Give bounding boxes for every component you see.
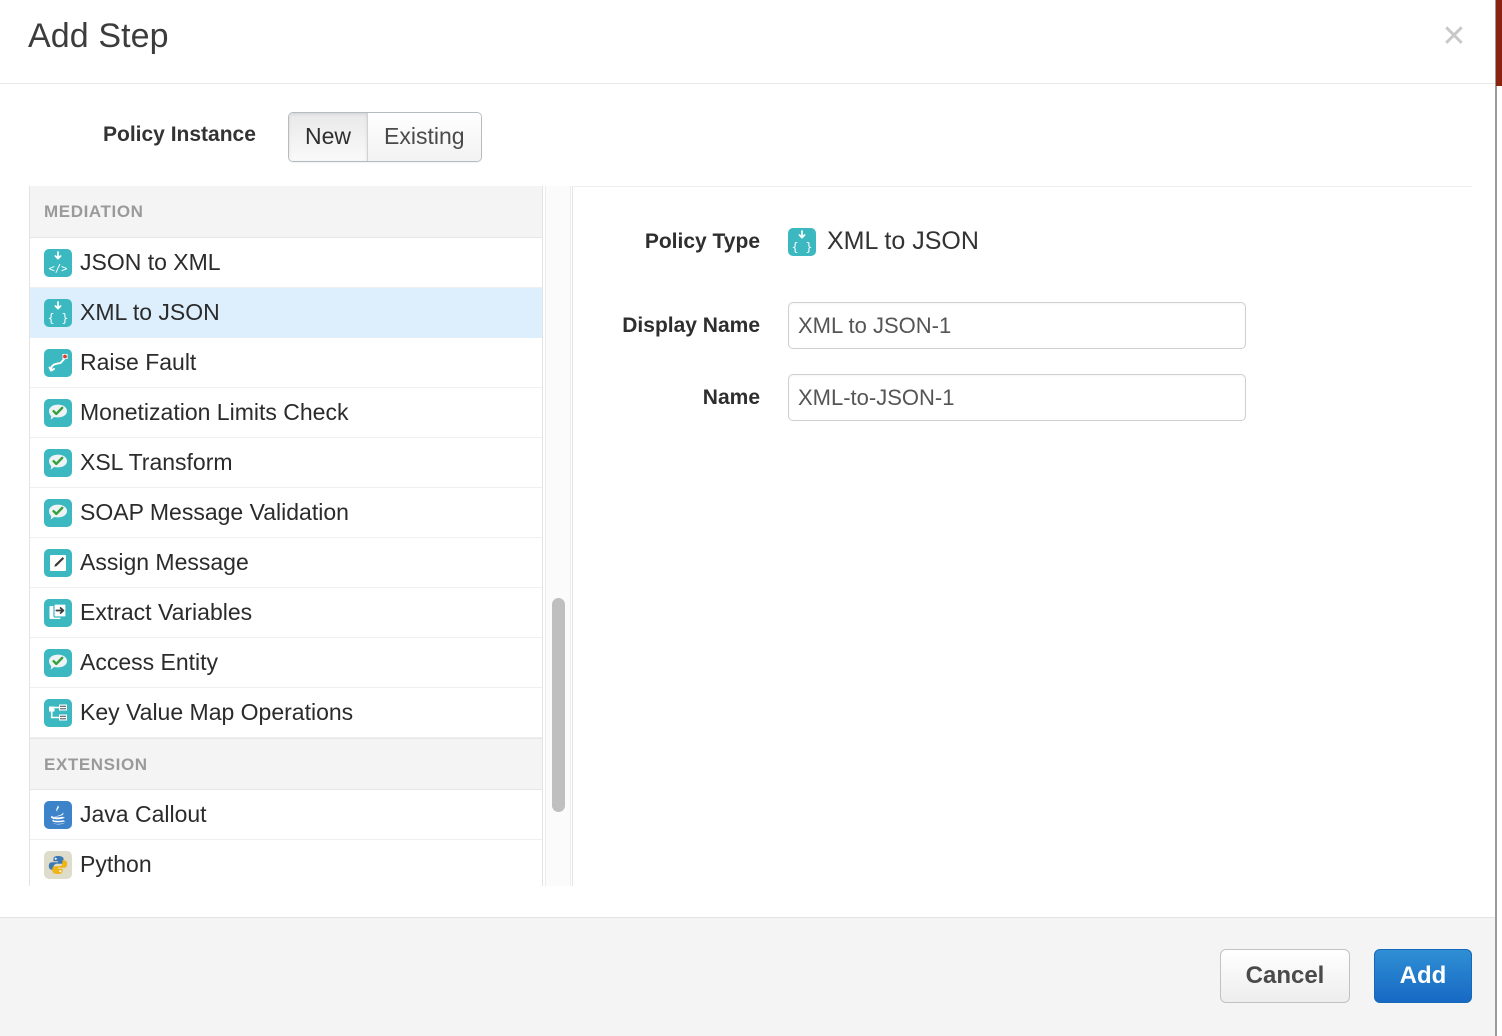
policy-list-item[interactable]: Extract Variables	[30, 588, 542, 638]
xml-to-json-icon: { }	[788, 228, 816, 256]
key-value-map-icon	[44, 699, 72, 727]
extract-variables-icon	[44, 599, 72, 627]
xml-to-json-icon: { }	[44, 299, 72, 327]
policy-list-item-label: JSON to XML	[80, 249, 221, 276]
message-check-icon	[44, 449, 72, 477]
policy-list-scrollbar[interactable]	[545, 186, 571, 886]
policy-list-item-label: Raise Fault	[80, 349, 196, 376]
assign-message-icon	[44, 549, 72, 577]
policy-group-header: MEDIATION	[30, 186, 542, 238]
name-input[interactable]	[788, 374, 1246, 421]
policy-list-item[interactable]: </> JSON to XML	[30, 238, 542, 288]
page-right-margin	[1497, 0, 1502, 1036]
policy-list-item-label: XML to JSON	[80, 299, 220, 326]
close-icon[interactable]: ✕	[1439, 22, 1469, 52]
policy-instance-row: Policy Instance New Existing	[0, 112, 1496, 164]
toggle-option-existing[interactable]: Existing	[367, 113, 481, 161]
policy-list-item[interactable]: XSL Transform	[30, 438, 542, 488]
raise-fault-icon	[44, 349, 72, 377]
policy-list-item[interactable]: SOAP Message Validation	[30, 488, 542, 538]
message-check-icon	[44, 649, 72, 677]
name-label: Name	[573, 386, 788, 410]
policy-list-item-label: Key Value Map Operations	[80, 699, 353, 726]
policy-list-item[interactable]: { } XML to JSON	[30, 288, 542, 338]
svg-text:{ }: { }	[48, 311, 69, 325]
policy-list-item-label: Java Callout	[80, 801, 207, 828]
policy-list-item-label: Extract Variables	[80, 599, 252, 626]
svg-text:</>: </>	[49, 263, 68, 275]
add-button[interactable]: Add	[1374, 949, 1472, 1003]
display-name-input[interactable]	[788, 302, 1246, 349]
policy-instance-toggle[interactable]: New Existing	[288, 112, 482, 162]
display-name-label: Display Name	[573, 314, 788, 338]
policy-list-item[interactable]: Raise Fault	[30, 338, 542, 388]
policy-list-item[interactable]: Python	[30, 840, 542, 886]
policy-list-item[interactable]: Java Callout	[30, 790, 542, 840]
policy-detail-panel: Policy Type { } XML to JSON Display Name…	[572, 186, 1472, 886]
policy-list-panel[interactable]: MEDIATION </> JSON to XML { } XML to JSON Rai…	[29, 186, 543, 886]
policy-list-item-label: Access Entity	[80, 649, 218, 676]
page-title: Add Step	[28, 17, 169, 56]
policy-list-item-label: Python	[80, 851, 152, 878]
policy-list-item-label: Monetization Limits Check	[80, 399, 348, 426]
message-check-icon	[44, 399, 72, 427]
dialog-footer: Cancel Add	[0, 917, 1496, 1036]
json-to-xml-icon: </>	[44, 249, 72, 277]
policy-type-text: XML to JSON	[827, 227, 979, 256]
policy-list-item[interactable]: Key Value Map Operations	[30, 688, 542, 738]
policy-list-item-label: SOAP Message Validation	[80, 499, 349, 526]
policy-list-item[interactable]: Access Entity	[30, 638, 542, 688]
toggle-option-new[interactable]: New	[289, 113, 367, 161]
policy-list-item-label: XSL Transform	[80, 449, 233, 476]
scrollbar-thumb[interactable]	[552, 598, 565, 812]
add-step-dialog: Add Step ✕ Policy Instance New Existing …	[0, 0, 1502, 1036]
page-right-border	[1495, 0, 1497, 1036]
policy-type-label: Policy Type	[573, 230, 788, 254]
policy-list-item[interactable]: Monetization Limits Check	[30, 388, 542, 438]
cancel-button[interactable]: Cancel	[1220, 949, 1350, 1003]
policy-list-item-label: Assign Message	[80, 549, 249, 576]
dialog-body: MEDIATION </> JSON to XML { } XML to JSON Rai…	[29, 186, 1472, 886]
display-name-row: Display Name	[573, 302, 1246, 349]
policy-type-value: { } XML to JSON	[788, 227, 979, 256]
java-icon	[44, 801, 72, 829]
name-row: Name	[573, 374, 1246, 421]
policy-instance-label: Policy Instance	[103, 123, 256, 147]
policy-type-row: Policy Type { } XML to JSON	[573, 227, 979, 256]
dialog-header: Add Step ✕	[0, 0, 1496, 84]
svg-text:{ }: { }	[792, 240, 813, 254]
message-check-icon	[44, 499, 72, 527]
page-edge-marker	[1496, 0, 1502, 86]
python-icon	[44, 851, 72, 879]
policy-group-header: EXTENSION	[30, 738, 542, 790]
policy-list-item[interactable]: Assign Message	[30, 538, 542, 588]
